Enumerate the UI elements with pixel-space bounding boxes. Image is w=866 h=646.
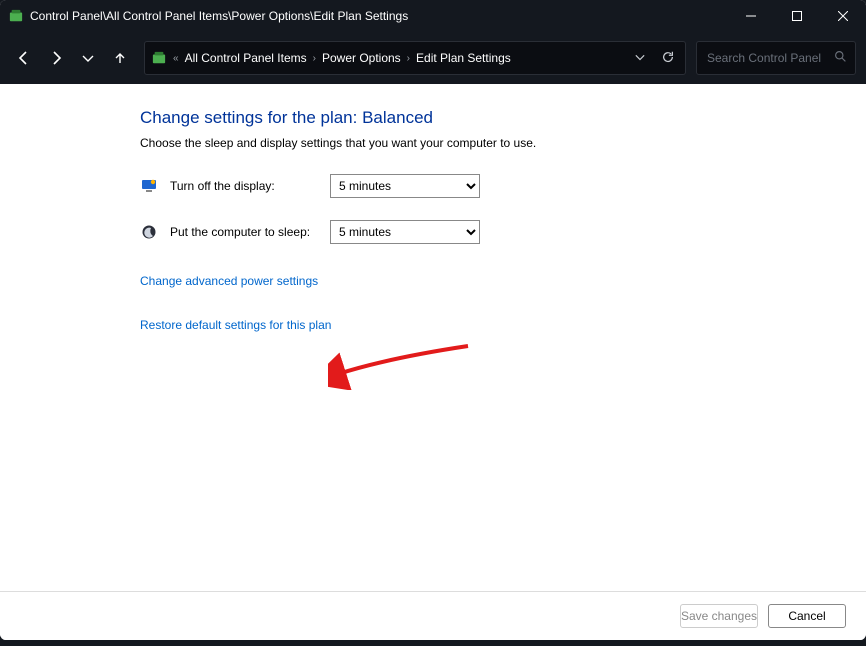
- control-panel-icon: [8, 8, 24, 24]
- sleep-label: Put the computer to sleep:: [170, 225, 318, 239]
- window-controls: [728, 0, 866, 32]
- address-dropdown-button[interactable]: [631, 47, 649, 69]
- advanced-power-settings-link[interactable]: Change advanced power settings: [140, 274, 318, 288]
- search-box[interactable]: [696, 41, 856, 75]
- chevron-right-icon: ›: [313, 53, 316, 64]
- window-title: Control Panel\All Control Panel Items\Po…: [30, 9, 728, 23]
- chevron-right-icon: ›: [407, 53, 410, 64]
- nav-recent-button[interactable]: [74, 41, 102, 75]
- breadcrumb-root-icon: «: [173, 53, 179, 64]
- search-icon: [834, 50, 847, 66]
- address-icon: [151, 50, 167, 66]
- nav-back-button[interactable]: [10, 41, 38, 75]
- restore-defaults-link[interactable]: Restore default settings for this plan: [140, 318, 331, 332]
- address-bar[interactable]: « All Control Panel Items › Power Option…: [144, 41, 686, 75]
- sleep-timeout-select[interactable]: 5 minutes: [330, 220, 480, 244]
- display-label: Turn off the display:: [170, 179, 318, 193]
- maximize-button[interactable]: [774, 0, 820, 32]
- save-button: Save changes: [680, 604, 758, 628]
- cancel-button[interactable]: Cancel: [768, 604, 846, 628]
- display-timeout-select[interactable]: 5 minutes: [330, 174, 480, 198]
- breadcrumb-item[interactable]: Power Options: [322, 51, 401, 65]
- minimize-button[interactable]: [728, 0, 774, 32]
- titlebar: Control Panel\All Control Panel Items\Po…: [0, 0, 866, 32]
- page-subtitle: Choose the sleep and display settings th…: [140, 136, 866, 150]
- breadcrumb-item[interactable]: Edit Plan Settings: [416, 51, 511, 65]
- page-title: Change settings for the plan: Balanced: [140, 108, 866, 128]
- refresh-button[interactable]: [657, 46, 679, 71]
- close-button[interactable]: [820, 0, 866, 32]
- setting-row-display: Turn off the display: 5 minutes: [140, 174, 866, 198]
- breadcrumb-item[interactable]: All Control Panel Items: [185, 51, 307, 65]
- display-icon: [140, 177, 158, 195]
- setting-row-sleep: Put the computer to sleep: 5 minutes: [140, 220, 866, 244]
- content-area: Change settings for the plan: Balanced C…: [0, 84, 866, 372]
- sleep-icon: [140, 223, 158, 241]
- nav-up-button[interactable]: [106, 41, 134, 75]
- nav-forward-button[interactable]: [42, 41, 70, 75]
- footer: Save changes Cancel: [0, 591, 866, 640]
- search-input[interactable]: [705, 50, 830, 66]
- navbar: « All Control Panel Items › Power Option…: [0, 32, 866, 84]
